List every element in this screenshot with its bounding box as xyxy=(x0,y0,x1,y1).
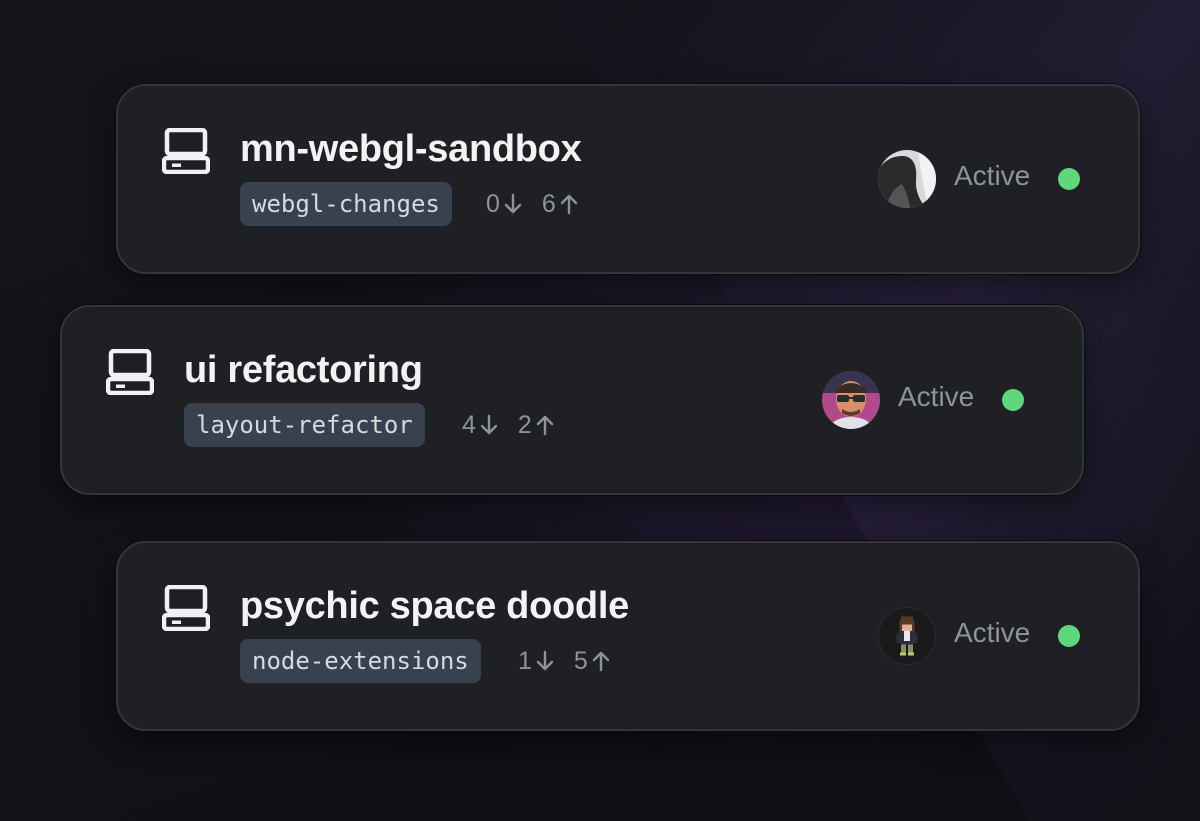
sync-counts: 1 5 xyxy=(518,639,610,683)
ahead-count: 2 xyxy=(517,411,532,439)
repo-title[interactable]: psychic space doodle xyxy=(240,585,629,628)
arrow-down-icon xyxy=(504,193,522,214)
arrow-up-icon xyxy=(536,415,554,436)
arrow-down-icon xyxy=(536,650,554,671)
status-dot xyxy=(1058,168,1080,190)
sync-counts: 0 6 xyxy=(486,182,578,226)
avatar[interactable] xyxy=(822,371,880,429)
repo-title[interactable]: mn-webgl-sandbox xyxy=(240,128,582,171)
arrow-up-icon xyxy=(560,194,578,215)
status-dot xyxy=(1002,389,1024,411)
avatar[interactable] xyxy=(878,607,936,665)
user-photo-icon xyxy=(878,150,936,208)
repo-card[interactable]: ui refactoring layout-refactor 4 2 Activ… xyxy=(60,305,1084,495)
arrow-up-icon xyxy=(592,651,610,672)
repo-title[interactable]: ui refactoring xyxy=(184,349,423,392)
user-photo-icon xyxy=(822,371,880,429)
behind-count: 0 xyxy=(486,190,500,218)
ahead-count: 5 xyxy=(573,647,588,675)
ahead-count: 6 xyxy=(541,190,556,218)
avatar[interactable] xyxy=(878,150,936,208)
workspace-list: mn-webgl-sandbox webgl-changes 0 6 Activ… xyxy=(0,0,1200,821)
repo-card[interactable]: psychic space doodle node-extensions 1 5 xyxy=(116,541,1140,731)
status-label: Active xyxy=(898,381,975,412)
branch-badge[interactable]: webgl-changes xyxy=(240,182,452,226)
pixel-character-icon xyxy=(879,608,935,664)
computer-icon xyxy=(162,128,210,174)
computer-icon xyxy=(162,585,210,631)
repo-card[interactable]: mn-webgl-sandbox webgl-changes 0 6 Activ… xyxy=(116,84,1140,274)
arrow-down-icon xyxy=(480,414,498,435)
status-label: Active xyxy=(954,160,1031,191)
status-dot xyxy=(1058,625,1080,647)
branch-badge[interactable]: node-extensions xyxy=(240,639,481,683)
status-label: Active xyxy=(954,617,1031,648)
sync-counts: 4 2 xyxy=(462,403,554,447)
branch-badge[interactable]: layout-refactor xyxy=(184,403,425,447)
behind-count: 4 xyxy=(462,411,476,439)
computer-icon xyxy=(106,349,154,395)
behind-count: 1 xyxy=(518,647,532,675)
